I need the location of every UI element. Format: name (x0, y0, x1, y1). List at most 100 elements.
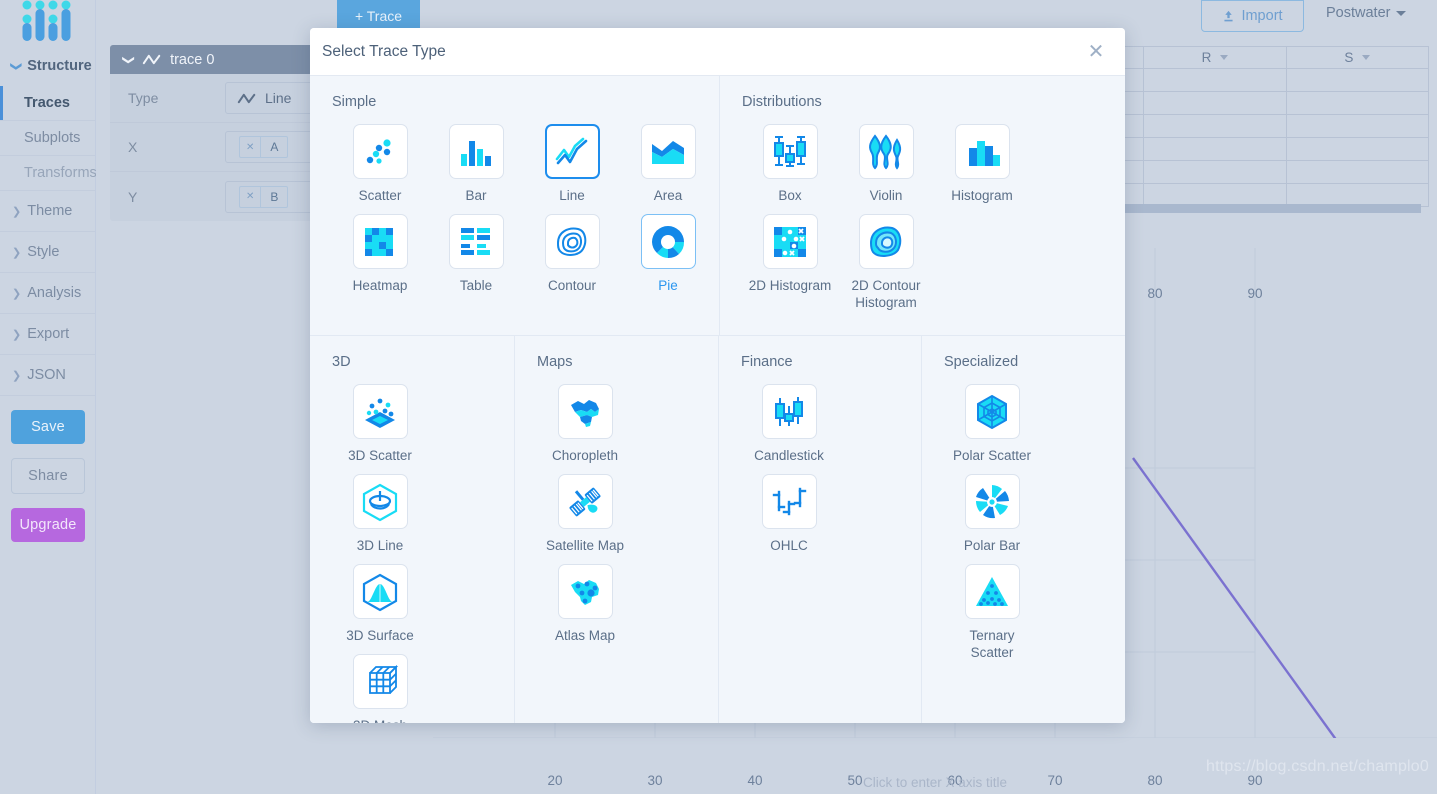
trace-type-tile-satellite-map[interactable]: Satellite Map (537, 474, 633, 554)
chevron-down-icon[interactable] (1220, 55, 1229, 60)
sidebar-group-theme-label: Theme (27, 203, 73, 219)
chevron-down-icon[interactable] (1362, 55, 1371, 60)
trace-y-tag[interactable]: ✕ B (239, 185, 289, 208)
share-button[interactable]: Share (11, 458, 85, 494)
section-3d-title: 3D (332, 354, 351, 370)
data-grid-column-label: R (1201, 50, 1212, 65)
import-button[interactable]: Import (1201, 0, 1304, 32)
data-grid-cell[interactable] (1286, 69, 1429, 92)
upload-icon (1224, 10, 1234, 21)
section-3d-tiles: 3D Scatter 3D Line 3D Surface 3D Mesh Co… (332, 384, 514, 723)
trace-type-tile-candlestick[interactable]: Candlestick (741, 384, 837, 464)
data-grid-cell[interactable] (1144, 138, 1287, 161)
chevron-right-icon: ❯ (12, 328, 22, 341)
trace-type-label: Type (128, 90, 159, 106)
trace-type-tile-pie[interactable]: Pie (620, 214, 716, 294)
trace-type-tile-ternary-scatter[interactable]: Ternary Scatter (944, 564, 1040, 661)
sidebar-item-subplots-label: Subplots (24, 130, 81, 146)
sidebar-group-structure[interactable]: ❯ Structure (0, 46, 95, 86)
trace-type-tile-polar-scatter[interactable]: Polar Scatter (944, 384, 1040, 464)
x-axis-title-placeholder[interactable]: Click to enter X axis title (433, 775, 1437, 790)
trace-type-tile-label: Area (653, 188, 683, 203)
sidebar-group-style[interactable]: ❯ Style (0, 232, 95, 273)
trace-type-tile-ohlc[interactable]: OHLC (741, 474, 837, 554)
sidebar-group-analysis[interactable]: ❯ Analysis (0, 273, 95, 314)
trace-type-tile-3d-mesh[interactable]: 3D Mesh (332, 654, 428, 723)
section-distributions: Distributions Box Violin Histogram 2D His… (719, 76, 1125, 335)
dialog-header: Select Trace Type ✕ (310, 28, 1125, 76)
trace-type-tile-3d-surface[interactable]: 3D Surface (332, 564, 428, 644)
data-grid-cell[interactable] (1144, 92, 1287, 115)
trace-type-tile-icon-box (448, 124, 504, 179)
trace-type-tile-violin[interactable]: Violin (838, 124, 934, 204)
trace-type-tile-area[interactable]: Area (620, 124, 716, 204)
trace-type-tile-label: OHLC (770, 538, 808, 553)
trace-type-tile-icon-box (557, 384, 613, 439)
trace-x-label: X (128, 139, 138, 155)
trace-type-tile-line[interactable]: Line (524, 124, 620, 204)
trace-type-tile-label: Line (559, 188, 585, 203)
trace-type-tile-icon-box (352, 474, 408, 529)
trace-type-tile-2d-histogram[interactable]: 2D Histogram (742, 214, 838, 311)
trace-type-tile-scatter[interactable]: Scatter (332, 124, 428, 204)
surface-3d-icon (362, 573, 398, 611)
trace-type-tile-label: Contour (547, 278, 597, 293)
trace-type-tile-3d-line[interactable]: 3D Line (332, 474, 428, 554)
trace-type-tile-2d-contour-histogram[interactable]: 2D Contour Histogram (838, 214, 934, 311)
trace-type-tile-icon-box (762, 124, 818, 179)
sidebar-group-json[interactable]: ❯ JSON (0, 355, 95, 396)
data-grid-column-header[interactable]: R (1144, 46, 1287, 69)
trace-type-tile-contour[interactable]: Contour (524, 214, 620, 294)
bar-icon (461, 140, 491, 166)
trace-type-tile-icon-box (352, 564, 408, 619)
data-grid-cell[interactable] (1144, 115, 1287, 138)
trace-type-tile-icon-box (544, 124, 600, 179)
trace-type-tile-icon-box (964, 384, 1020, 439)
data-grid-cell[interactable] (1286, 161, 1429, 184)
trace-type-tile-table[interactable]: Table (428, 214, 524, 294)
section-distributions-tiles: Box Violin Histogram 2D Histogram 2D Conto… (742, 124, 1125, 321)
remove-icon[interactable]: ✕ (240, 137, 262, 157)
save-button[interactable]: Save (11, 410, 85, 444)
area-icon (652, 140, 684, 164)
close-icon[interactable]: ✕ (1081, 37, 1111, 67)
trace-type-tile-choropleth[interactable]: Choropleth (537, 384, 633, 464)
data-grid-cell[interactable] (1144, 69, 1287, 92)
sidebar-item-subplots[interactable]: Subplots (0, 121, 95, 156)
chevron-down-icon: ❯ (122, 54, 137, 65)
table-icon (461, 227, 490, 255)
upgrade-button[interactable]: Upgrade (11, 508, 85, 542)
data-grid-cell[interactable] (1286, 92, 1429, 115)
trace-type-tile-3d-scatter[interactable]: 3D Scatter (332, 384, 428, 464)
trace-type-tile-icon-box (352, 124, 408, 179)
section-simple-tiles: Scatter Bar Line Area Heatmap Table Contour P… (332, 124, 719, 304)
data-grid-cell[interactable] (1144, 161, 1287, 184)
sidebar-item-transforms[interactable]: Transforms (0, 156, 97, 191)
trace-type-tile-bar[interactable]: Bar (428, 124, 524, 204)
trace-type-tile-label: Satellite Map (545, 538, 625, 553)
trace-type-tile-box[interactable]: Box (742, 124, 838, 204)
atlas-map-icon (571, 579, 599, 605)
trace-type-tile-icon-box (640, 124, 696, 179)
account-menu[interactable]: Postwater (1326, 5, 1407, 21)
histogram-icon (969, 140, 1000, 166)
trace-x-tag[interactable]: ✕ A (239, 136, 289, 158)
sidebar-item-traces[interactable]: Traces (0, 86, 95, 121)
trace-type-tile-label: Candlestick (754, 448, 824, 463)
trace-type-tile-heatmap[interactable]: Heatmap (332, 214, 428, 294)
data-grid-column-header[interactable]: S (1286, 46, 1429, 69)
trace-type-tile-histogram[interactable]: Histogram (934, 124, 1030, 204)
pie-icon (652, 225, 685, 258)
remove-icon[interactable]: ✕ (240, 186, 262, 207)
sidebar-group-theme[interactable]: ❯ Theme (0, 191, 95, 232)
mesh-3d-icon (369, 664, 399, 694)
data-grid-cell[interactable] (1286, 138, 1429, 161)
left-sidebar: ❯ Structure Traces Subplots Transforms ❯… (0, 0, 97, 794)
trace-type-tile-atlas-map[interactable]: Atlas Map (537, 564, 633, 644)
data-grid-cell[interactable] (1286, 115, 1429, 138)
trace-type-tile-polar-bar[interactable]: Polar Bar (944, 474, 1040, 554)
sidebar-group-export[interactable]: ❯ Export (0, 314, 95, 355)
data-grid-column-label: S (1344, 50, 1354, 65)
trace-type-tile-icon-box (352, 654, 408, 709)
contour-histogram-2d-icon (869, 226, 902, 257)
